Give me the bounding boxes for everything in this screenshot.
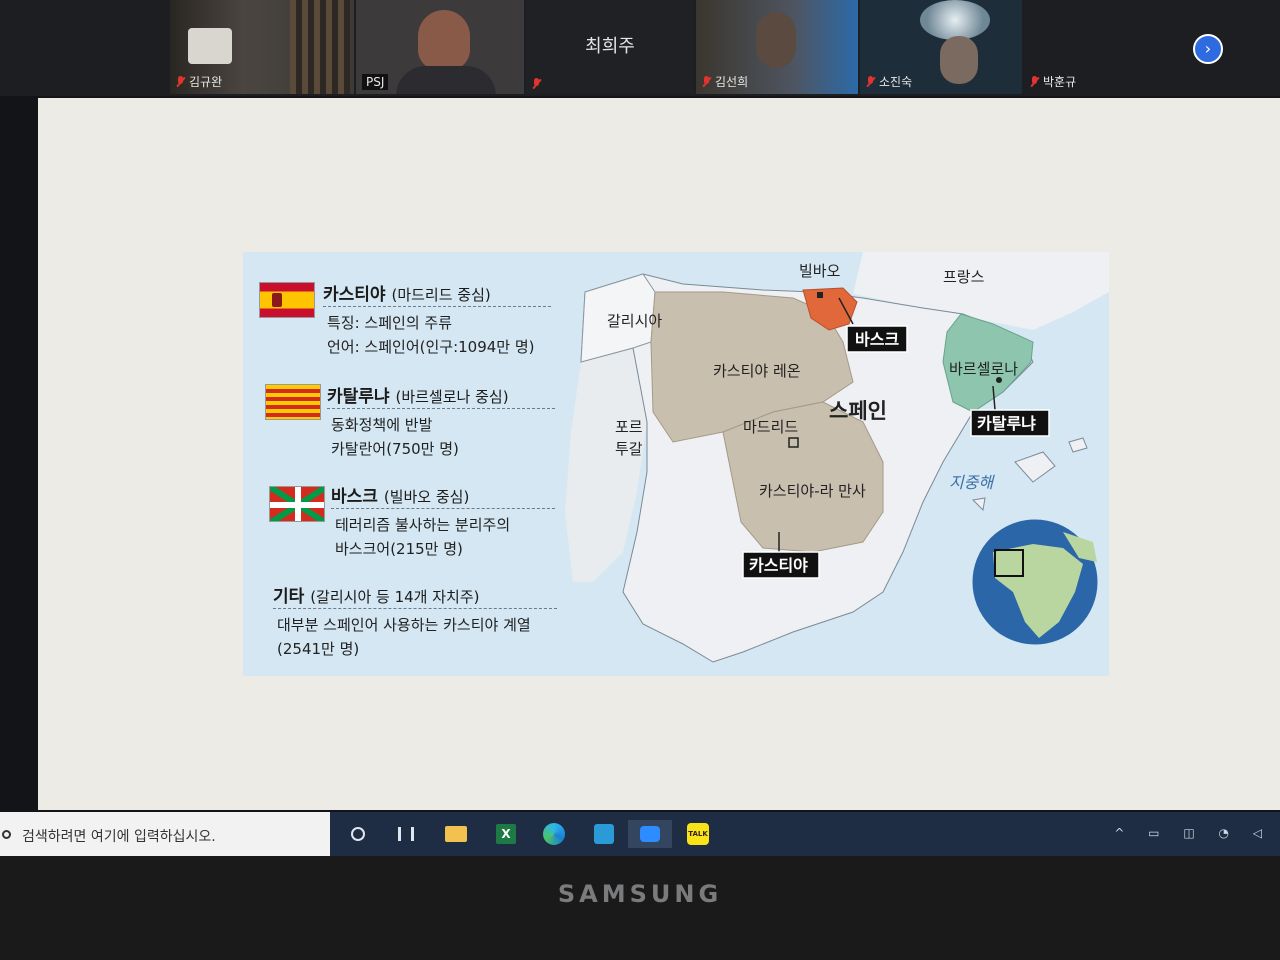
file-explorer-icon[interactable] [442,820,470,848]
participant-mute-indicator [532,78,541,90]
map-label-castilla-leon: 카스티야 레온 [713,362,801,380]
system-tray[interactable]: ^ ▭ ◫ ◔ ◁ [1114,826,1272,840]
legend-title: 바스크 (빌바오 중심) [331,487,470,507]
cortana-icon[interactable] [344,820,372,848]
laptop-brand-logo: SAMSUNG [557,880,723,908]
participant-name-label: 김규완 [176,73,222,90]
mic-muted-icon [702,75,711,88]
map-label-castilla-la-mancha: 카스티야-라 만사 [759,482,866,500]
map-label-mediterranean: 지중해 [949,473,995,492]
spain-flag-icon [259,282,315,318]
spain-regions-figure: 카스티야 (마드리드 중심) 특징: 스페인의 주류 언어: 스페인어(인구:1… [243,252,1109,676]
map-label-barcelona: 바르셀로나 [949,360,1018,378]
taskbar-search-input[interactable]: 검색하려면 여기에 입력하십시오. [0,812,330,856]
participant-tile[interactable]: 김선희 [696,0,858,94]
participant-gallery: 김규완 PSJ 최희주 김선희 소진숙 박훈규 › [0,0,1280,96]
photo-of-screen: 김규완 PSJ 최희주 김선희 소진숙 박훈규 › 카스티야 (마드리드 중심)… [0,0,1280,960]
map-label-bilbao: 빌바오 [799,262,841,280]
legend-line: 언어: 스페인어(인구:1094만 명) [327,338,535,356]
bilbao-marker [817,292,823,298]
chevron-right-icon: › [1204,39,1212,58]
balearic-islands [971,497,986,512]
map-label-castilla: 카스티야 [749,556,808,575]
map-label-portugal: 포르 [615,418,643,436]
map-label-france: 프랑스 [943,268,985,286]
legend-title: 카스티야 (마드리드 중심) [323,285,491,305]
participant-name-label: 김선희 [702,73,748,90]
participant-center-name: 최희주 [585,36,635,57]
divider [323,306,551,307]
video-thumbnail [188,28,232,64]
laptop-bezel: SAMSUNG [0,856,1280,960]
mic-muted-icon [532,78,541,90]
person-body [396,66,496,94]
catalonia-flag-icon [265,384,321,420]
basque-flag-icon [269,486,325,522]
shared-slide: 카스티야 (마드리드 중심) 특징: 스페인의 주류 언어: 스페인어(인구:1… [38,98,1280,810]
legend-line: 동화정책에 반발 [331,416,433,434]
windows-taskbar: 검색하려면 여기에 입력하십시오. X TALK ^ ▭ ◫ ◔ ◁ [0,812,1280,856]
task-view-icon[interactable] [392,820,420,848]
person-face [940,36,978,84]
search-placeholder: 검색하려면 여기에 입력하십시오. [22,829,216,845]
participant-tile[interactable]: 박훈규 [1024,0,1280,94]
ceiling-light [920,0,990,40]
legend-line: 카탈란어(750만 명) [331,440,459,458]
globe-inset [969,516,1101,648]
map-label-portugal: 투갈 [615,440,643,458]
search-icon [2,830,11,839]
person-face [756,12,796,68]
legend-line: 바스크어(215만 명) [335,540,463,558]
legend-line: 테러리즘 불사하는 분리주의 [335,516,511,534]
map-label-madrid: 마드리드 [743,418,798,436]
balearic-islands [1014,451,1056,483]
participant-tile[interactable]: 소진숙 [860,0,1022,94]
legend-line: (2541만 명) [277,640,360,658]
kakaotalk-icon[interactable]: TALK [684,820,712,848]
participant-tile[interactable]: 최희주 [526,0,694,94]
participant-name-label: PSJ [362,74,389,90]
hwp-icon[interactable] [590,820,618,848]
legend-title: 카탈루냐 (바르셀로나 중심) [327,387,509,407]
next-page-button[interactable]: › [1193,34,1223,64]
divider [331,508,555,509]
mic-muted-icon [1030,75,1039,88]
mic-muted-icon [176,75,185,88]
participant-name-label: 박훈규 [1030,73,1076,90]
bookshelf-background [290,0,350,94]
participant-tile[interactable]: 김규완 [170,0,354,94]
participant-tile[interactable]: PSJ [356,0,524,94]
map-label-galicia: 갈리시아 [607,312,662,330]
mic-muted-icon [866,75,875,88]
edge-icon[interactable] [540,820,568,848]
map-label-spain: 스페인 [829,399,887,423]
zoom-icon[interactable] [628,820,672,848]
person-face [418,10,470,70]
map-label-basque: 바스크 [855,330,899,349]
legend-line: 특징: 스페인의 주류 [327,314,452,332]
legend-line: 대부분 스페인어 사용하는 카스티야 계열 [277,616,531,634]
balearic-islands [1068,437,1088,453]
map-label-catalonia: 카탈루냐 [977,414,1036,433]
legend-title: 기타 (갈리시아 등 14개 자치주) [273,587,480,607]
divider [327,408,555,409]
participant-name-label: 소진숙 [866,73,912,90]
divider [273,608,557,609]
spain-map: 빌바오 프랑스 갈리시아 카스티야 레온 바르셀로나 포르 투갈 마드리드 스페… [565,252,1109,663]
excel-icon[interactable]: X [492,820,520,848]
